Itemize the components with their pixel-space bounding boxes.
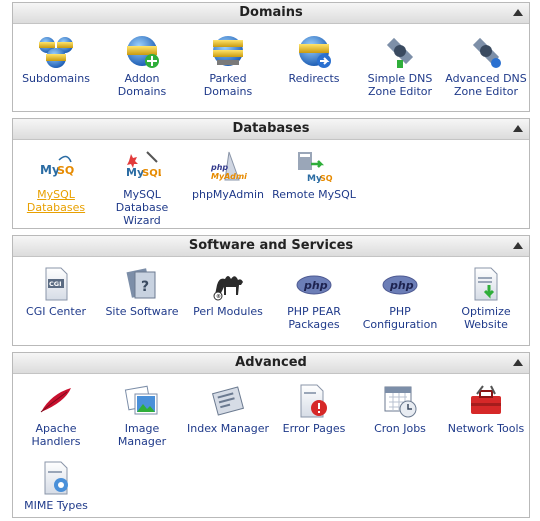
advanced-title: Advanced bbox=[235, 355, 307, 370]
apache-handlers-link[interactable]: Apache Handlers bbox=[13, 382, 99, 448]
simple-dns-link[interactable]: Simple DNS Zone Editor bbox=[357, 32, 443, 98]
site-software-icon: ? bbox=[126, 268, 156, 299]
network-tools-link[interactable]: Network Tools bbox=[443, 382, 529, 435]
svg-text:php: php bbox=[210, 163, 228, 172]
mysql-wizard-icon: My SQL bbox=[126, 151, 161, 179]
perl-modules-link[interactable]: ® Perl Modules bbox=[185, 265, 271, 318]
apache-handlers-label: Apache Handlers bbox=[31, 422, 81, 448]
collapse-arrow-icon[interactable] bbox=[513, 359, 523, 366]
cgi-center-label: CGI Center bbox=[26, 305, 86, 318]
databases-header[interactable]: Databases bbox=[13, 119, 529, 140]
software-title: Software and Services bbox=[188, 238, 354, 253]
php-pear-icon: php bbox=[296, 275, 332, 295]
error-pages-label: Error Pages bbox=[282, 422, 346, 435]
php-pear-link[interactable]: php PHP PEAR Packages bbox=[271, 265, 357, 331]
mysql-icon: My SQL bbox=[40, 155, 75, 177]
cron-jobs-link[interactable]: Cron Jobs bbox=[357, 382, 443, 435]
svg-text:SQL: SQL bbox=[142, 168, 161, 179]
parked-domains-link[interactable]: Parked Domains bbox=[185, 32, 271, 98]
databases-panel: Databases My SQL MySQL Databases My SQL … bbox=[12, 118, 530, 229]
addon-domains-link[interactable]: Addon Domains bbox=[99, 32, 185, 98]
php-config-link[interactable]: php PHP Configuration bbox=[357, 265, 443, 331]
phpmyadmin-icon: php MyAdmin bbox=[210, 151, 247, 181]
svg-text:MyAdmin: MyAdmin bbox=[211, 172, 247, 181]
mime-types-icon bbox=[44, 461, 68, 495]
network-tools-icon bbox=[471, 385, 501, 414]
remote-mysql-link[interactable]: My SQL Remote MySQL bbox=[271, 148, 357, 201]
www-globes-icon bbox=[39, 37, 73, 68]
mysql-wizard-label: MySQL Database Wizard bbox=[115, 188, 169, 227]
svg-text:CGI: CGI bbox=[49, 280, 62, 288]
parked-domains-label: Parked Domains bbox=[203, 72, 253, 98]
domains-header[interactable]: Domains bbox=[13, 3, 529, 24]
apache-feather-icon bbox=[40, 388, 71, 413]
advanced-dns-link[interactable]: Advanced DNS Zone Editor bbox=[443, 32, 529, 98]
optimize-website-icon bbox=[474, 267, 498, 301]
image-manager-link[interactable]: Image Manager bbox=[99, 382, 185, 448]
simple-dns-label: Simple DNS Zone Editor bbox=[367, 72, 433, 98]
domains-panel: Domains Subdomains Addon Domains Parked … bbox=[12, 2, 530, 112]
index-manager-link[interactable]: Index Manager bbox=[185, 382, 271, 435]
phpmyadmin-link[interactable]: php MyAdmin phpMyAdmin bbox=[185, 148, 271, 201]
site-software-link[interactable]: ? Site Software bbox=[99, 265, 185, 318]
image-manager-label: Image Manager bbox=[117, 422, 167, 448]
subdomains-label: Subdomains bbox=[22, 72, 90, 85]
php-pear-label: PHP PEAR Packages bbox=[287, 305, 341, 331]
index-manager-label: Index Manager bbox=[187, 422, 269, 435]
perl-camel-icon: ® bbox=[213, 276, 243, 301]
advanced-dns-label: Advanced DNS Zone Editor bbox=[445, 72, 527, 98]
advanced-panel: Advanced Apache Handlers Image Manager I… bbox=[12, 352, 530, 518]
image-manager-icon bbox=[124, 385, 158, 415]
domains-title: Domains bbox=[239, 5, 303, 20]
databases-title: Databases bbox=[232, 121, 310, 136]
addon-domains-label: Addon Domains bbox=[117, 72, 167, 98]
remote-mysql-icon: My SQL bbox=[298, 152, 333, 184]
perl-modules-label: Perl Modules bbox=[193, 305, 263, 318]
collapse-arrow-icon[interactable] bbox=[513, 9, 523, 16]
error-pages-icon bbox=[300, 384, 327, 418]
mysql-wizard-link[interactable]: My SQL MySQL Database Wizard bbox=[99, 148, 185, 227]
index-manager-icon bbox=[211, 386, 245, 416]
svg-text:?: ? bbox=[141, 279, 149, 295]
cgi-center-link[interactable]: CGI CGI Center bbox=[13, 265, 99, 318]
optimize-website-link[interactable]: Optimize Website bbox=[443, 265, 529, 331]
www-globe-add-icon bbox=[127, 36, 159, 68]
cron-jobs-icon bbox=[384, 386, 417, 418]
mysql-databases-link[interactable]: My SQL MySQL Databases bbox=[13, 148, 99, 214]
www-globe-parked-icon bbox=[213, 36, 243, 66]
svg-text:SQL: SQL bbox=[320, 174, 333, 183]
mime-types-link[interactable]: MIME Types bbox=[13, 459, 99, 512]
svg-text:php: php bbox=[389, 279, 414, 292]
dns-satellite-advanced-icon bbox=[472, 37, 501, 68]
site-software-label: Site Software bbox=[105, 305, 179, 318]
collapse-arrow-icon[interactable] bbox=[513, 125, 523, 132]
collapse-arrow-icon[interactable] bbox=[513, 242, 523, 249]
phpmyadmin-label: phpMyAdmin bbox=[192, 188, 264, 201]
php-config-label: PHP Configuration bbox=[362, 305, 438, 331]
mime-types-label: MIME Types bbox=[24, 499, 88, 512]
optimize-website-label: Optimize Website bbox=[461, 305, 511, 331]
redirects-link[interactable]: Redirects bbox=[271, 32, 357, 85]
mysql-databases-label: MySQL Databases bbox=[26, 188, 86, 214]
www-globe-redirect-icon bbox=[299, 36, 331, 68]
network-tools-label: Network Tools bbox=[447, 422, 525, 435]
cron-jobs-label: Cron Jobs bbox=[374, 422, 426, 435]
cgi-icon: CGI bbox=[45, 267, 68, 301]
advanced-header[interactable]: Advanced bbox=[13, 353, 529, 374]
error-pages-link[interactable]: Error Pages bbox=[271, 382, 357, 435]
php-config-icon: php bbox=[382, 275, 418, 295]
dns-satellite-icon bbox=[386, 37, 414, 68]
svg-text:SQL: SQL bbox=[57, 164, 75, 177]
svg-text:php: php bbox=[303, 279, 328, 292]
redirects-label: Redirects bbox=[288, 72, 340, 85]
software-header[interactable]: Software and Services bbox=[13, 236, 529, 257]
remote-mysql-label: Remote MySQL bbox=[272, 188, 356, 201]
svg-text:®: ® bbox=[216, 294, 221, 300]
software-panel: Software and Services CGI CGI Center ? S… bbox=[12, 235, 530, 346]
subdomains-link[interactable]: Subdomains bbox=[13, 32, 99, 85]
